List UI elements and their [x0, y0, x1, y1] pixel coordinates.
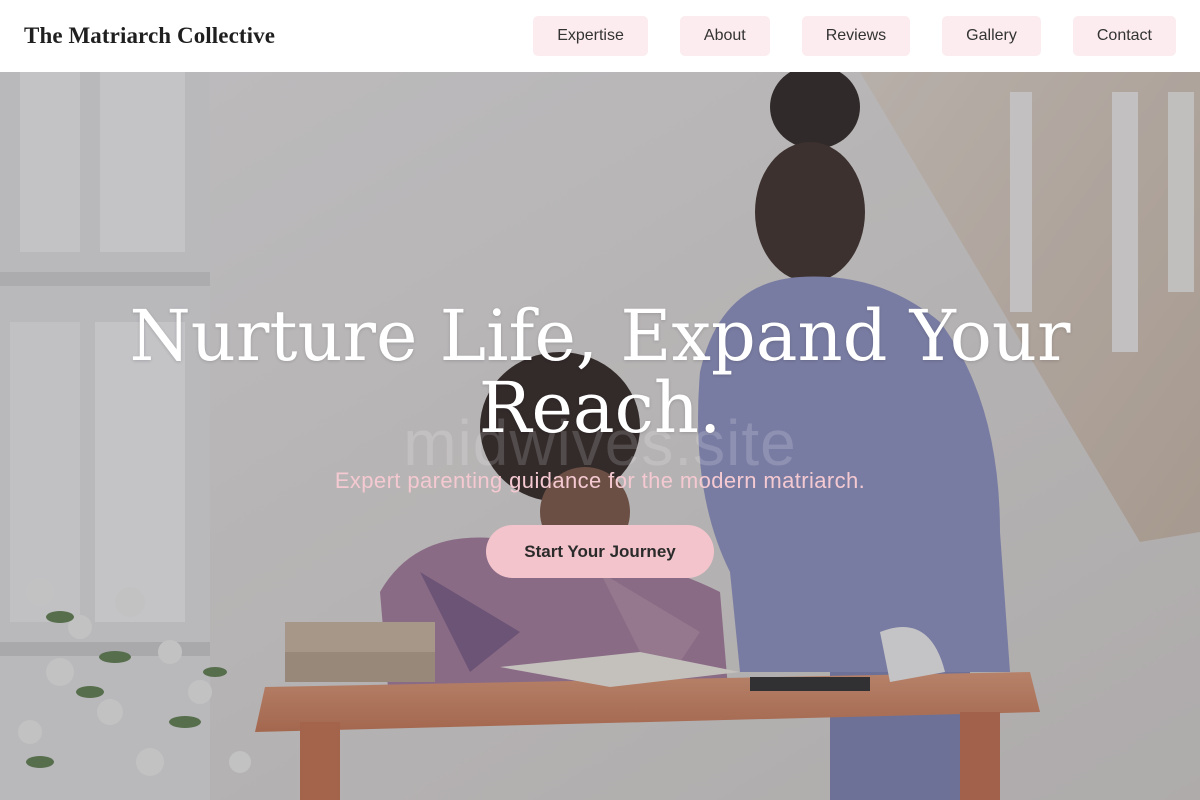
- hero-section: Nurture Life, Expand Your Reach. midwive…: [0, 72, 1200, 800]
- main-nav: Expertise About Reviews Gallery Contact: [501, 16, 1176, 56]
- nav-item-about[interactable]: About: [679, 16, 770, 56]
- brand-logo-text[interactable]: The Matriarch Collective: [24, 23, 275, 49]
- site-header: The Matriarch Collective Expertise About…: [0, 0, 1200, 72]
- nav-item-contact[interactable]: Contact: [1072, 16, 1176, 56]
- nav-item-reviews[interactable]: Reviews: [801, 16, 911, 56]
- hero-content: Nurture Life, Expand Your Reach. midwive…: [0, 72, 1200, 800]
- nav-item-gallery[interactable]: Gallery: [942, 16, 1041, 56]
- nav-item-expertise[interactable]: Expertise: [533, 16, 648, 56]
- start-journey-button[interactable]: Start Your Journey: [486, 525, 714, 578]
- hero-subtitle: Expert parenting guidance for the modern…: [334, 468, 866, 493]
